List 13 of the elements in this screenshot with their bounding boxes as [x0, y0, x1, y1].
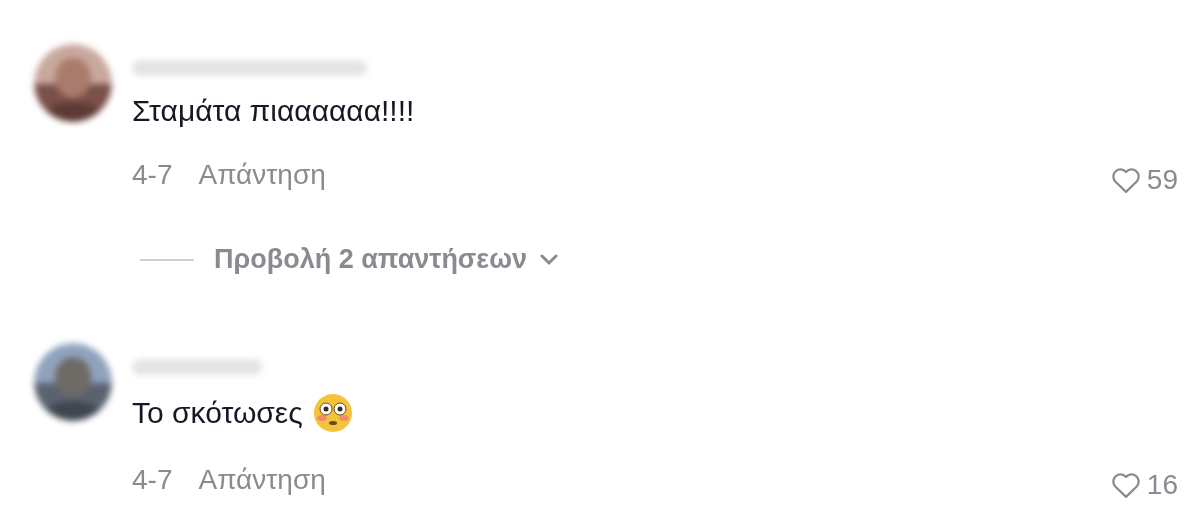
heart-icon[interactable]: [1110, 471, 1141, 499]
flushed-face-emoji-icon: [312, 393, 353, 433]
reply-link[interactable]: Απάντηση: [198, 464, 326, 496]
comment-text: Σταμάτα πιαααααα!!!!: [132, 94, 415, 128]
like-count: 16: [1146, 469, 1178, 501]
comment-date: 4-7: [132, 159, 173, 191]
view-replies-button[interactable]: Προβολή 2 απαντήσεων: [214, 244, 559, 275]
heart-icon[interactable]: [1110, 166, 1141, 194]
chevron-down-icon: [539, 253, 559, 266]
reply-link[interactable]: Απάντηση: [198, 159, 326, 191]
comment-text: Το σκότωσες: [132, 396, 303, 430]
like-count: 59: [1146, 164, 1178, 196]
comment-date: 4-7: [132, 464, 173, 496]
